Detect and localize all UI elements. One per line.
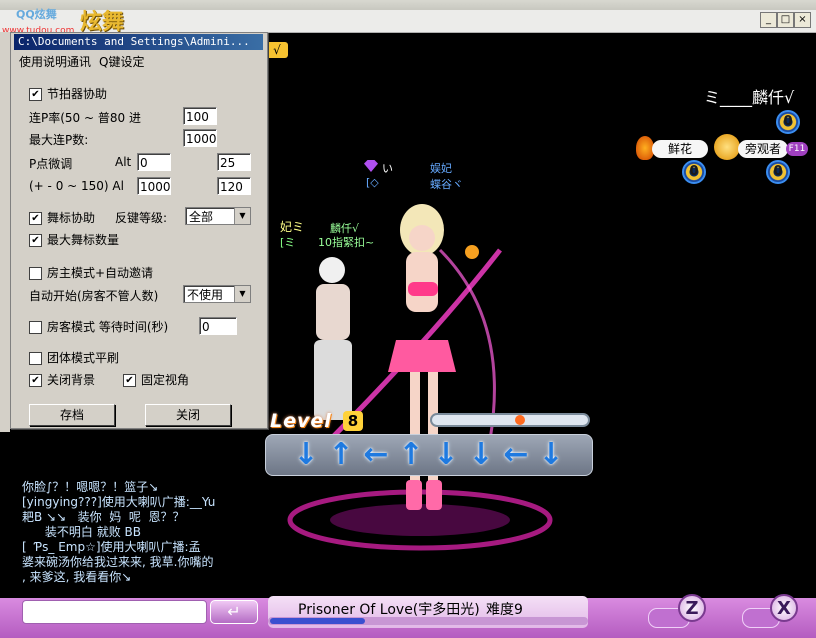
chat-line: [ Ƥs_ Emp☆]使用大喇叭广播:孟: [22, 540, 201, 554]
metronome-label: 节拍器协助: [47, 87, 108, 101]
top-badge: √: [266, 42, 288, 58]
host-mode-label: 房主模式+自动邀请: [47, 266, 154, 280]
chat-line: 装不明白 就败 BB: [22, 525, 141, 539]
tab-communication[interactable]: 通讯: [67, 53, 91, 70]
chat-input[interactable]: [22, 600, 207, 624]
observer-key-badge: F11: [786, 142, 808, 156]
combo-rate-label: 连P率(50 ~ 普80 进: [29, 111, 141, 125]
maximize-button[interactable]: □: [777, 12, 794, 28]
p-adjust-right-input-1[interactable]: 25: [217, 153, 251, 171]
metronome-checkbox[interactable]: ✔: [29, 88, 42, 101]
observer-ring-badge: 0: [766, 160, 790, 184]
send-button[interactable]: ↵: [210, 600, 258, 624]
dropdown-arrow-icon: ▼: [234, 286, 250, 302]
dance-checkbox[interactable]: ✔: [29, 212, 42, 225]
tab-instructions[interactable]: 使用说明: [19, 53, 67, 70]
p-adjust-label: P点微调: [29, 157, 73, 171]
guest-mode-checkbox[interactable]: [29, 321, 42, 334]
guest-mode-label: 房客模式 等待时间(秒): [47, 320, 169, 334]
char1-name: 娱妃: [430, 162, 452, 175]
flower-button[interactable]: 鲜花: [652, 140, 708, 158]
helper-body: ✔ 节拍器协助 连P率(50 ~ 普80 进 100 最大连P数: 1000 P…: [17, 71, 255, 391]
song-progress-bar: [268, 617, 588, 625]
player-name: ミ____麟仟√: [704, 88, 795, 107]
auto-start-label: 自动开始(房客不管人数): [29, 289, 159, 303]
chat-line: 你脸∫？！嗯嗯？！篮子↘: [22, 480, 159, 494]
chat-log: 你脸∫？！嗯嗯？！篮子↘ [yingying???]使用大喇叭广播:__Yu 耙…: [22, 480, 267, 585]
x-button[interactable]: X: [770, 594, 798, 622]
song-difficulty: 难度9: [486, 602, 523, 618]
auto-start-select[interactable]: 不使用 ▼: [183, 285, 251, 303]
dropdown-arrow-icon: ▼: [234, 208, 250, 224]
reverse-level-select[interactable]: 全部 ▼: [185, 207, 251, 225]
chat-line: [yingying???]使用大喇叭广播:__Yu: [22, 495, 216, 509]
song-progress-fill: [270, 618, 365, 624]
alt-label: Alt: [115, 155, 132, 169]
char1-prefix: い: [382, 162, 393, 175]
left-panel-edge: [0, 32, 10, 432]
fixed-view-checkbox[interactable]: ✔: [123, 374, 136, 387]
dance-stage-graphic: [287, 204, 553, 551]
arrow-up-icon: ↑: [328, 437, 354, 472]
logo-small-text: QQ炫舞: [16, 8, 57, 21]
chat-line: , 来爹这, 我看看你↘: [22, 570, 132, 584]
reverse-level-value: 全部: [189, 210, 214, 224]
level-value: 8: [343, 411, 363, 431]
ring-value: 0: [689, 164, 699, 179]
beat-progress-bar: [430, 413, 590, 427]
song-title: Prisoner Of Love(宇多田光): [298, 602, 480, 618]
arrow-down-icon: ↓: [538, 437, 564, 472]
char1-bracket: [◇: [366, 176, 379, 189]
close-bg-label: 关闭背景: [47, 373, 96, 387]
arrow-left-icon: ←: [363, 437, 389, 472]
smiley-icon: [714, 134, 740, 160]
player-ring-badge: 0: [776, 110, 800, 134]
arrow-key-bar: ↓ ↑ ← ↑ ↓ ↓ ← ↓: [265, 434, 593, 476]
close-button[interactable]: 关闭: [145, 404, 231, 426]
max-combo-input[interactable]: 1000: [183, 129, 217, 147]
alt-input[interactable]: 0: [137, 153, 171, 171]
fixed-view-label: 固定视角: [141, 373, 190, 387]
tab-q-key-settings[interactable]: Q键设定: [99, 53, 144, 70]
minimize-button[interactable]: _: [760, 12, 777, 28]
level-label: Level: [270, 410, 332, 432]
host-mode-checkbox[interactable]: [29, 267, 42, 280]
auto-start-value: 不使用: [187, 288, 224, 302]
helper-title: C:\Documents and Settings\Admini...: [14, 34, 263, 50]
helper-dialog: C:\Documents and Settings\Admini... 使用说明…: [10, 32, 268, 429]
close-bg-checkbox[interactable]: ✔: [29, 374, 42, 387]
arrow-left-icon: ←: [503, 437, 529, 472]
max-combo-label: 最大连P数:: [29, 133, 89, 147]
z-button[interactable]: Z: [678, 594, 706, 622]
save-button[interactable]: 存档: [29, 404, 115, 426]
chat-line: 婆来碗汤你给我过来来, 我草.你嘴的: [22, 555, 214, 569]
app-logo: QQ炫舞 炫舞 www.tudou.com: [2, 6, 152, 36]
alt2-input[interactable]: 1000: [137, 177, 171, 195]
max-dance-label: 最大舞标数量: [47, 233, 120, 247]
guest-wait-input[interactable]: 0: [199, 317, 237, 335]
dance-label: 舞标协助: [47, 211, 96, 225]
max-dance-checkbox[interactable]: ✔: [29, 234, 42, 247]
p-adjust-right-input-2[interactable]: 120: [217, 177, 251, 195]
range-label: (+ - 0 ~ 150) Al: [29, 179, 124, 193]
close-window-button[interactable]: ×: [794, 12, 811, 28]
team-mode-label: 团体模式平刷: [47, 351, 120, 365]
flower-ring-badge: 0: [682, 160, 706, 184]
chat-line: 耙B ↘↘ 装你 妈 呢 恩？？: [22, 510, 185, 524]
arrow-down-icon: ↓: [468, 437, 494, 472]
team-mode-checkbox[interactable]: [29, 352, 42, 365]
ring-value: 0: [773, 164, 783, 179]
arrow-down-icon: ↓: [293, 437, 319, 472]
observer-button[interactable]: 旁观者: [738, 140, 788, 158]
arrow-up-icon: ↑: [398, 437, 424, 472]
arrow-down-icon: ↓: [433, 437, 459, 472]
combo-rate-input[interactable]: 100: [183, 107, 217, 125]
ring-value: 0: [783, 114, 793, 129]
beat-progress-marker: [515, 415, 526, 425]
reverse-level-label: 反键等级:: [115, 211, 168, 225]
enter-icon: ↵: [227, 602, 241, 621]
